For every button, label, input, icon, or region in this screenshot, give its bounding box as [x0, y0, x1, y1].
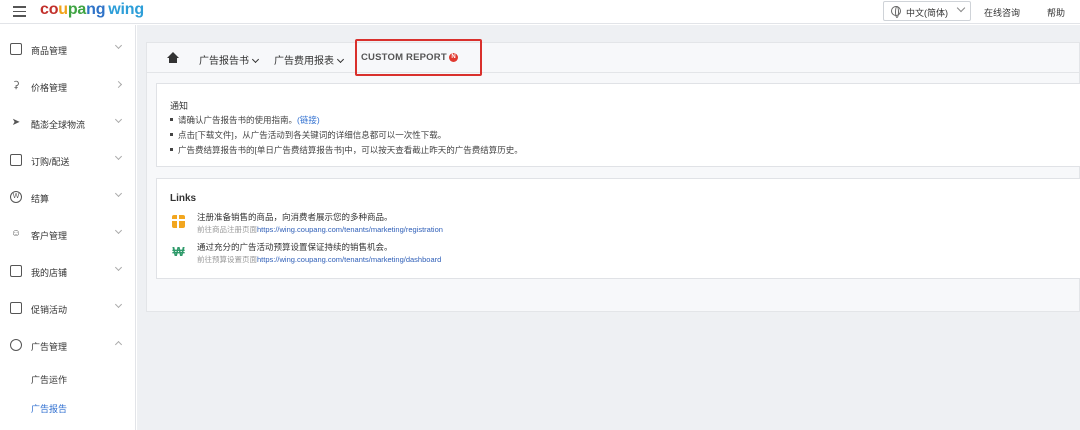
- rocket-icon: ➤: [11, 117, 21, 128]
- chevron-down-icon: [114, 263, 123, 272]
- sidebar-item-pricing[interactable]: ⚳ 价格管理: [0, 71, 136, 101]
- online-consult-link[interactable]: 在线咨询: [984, 6, 1020, 19]
- language-label: 中文(简体): [906, 8, 948, 18]
- sidebar-subitem-ad-report[interactable]: 广告报告: [31, 402, 67, 415]
- chevron-down-icon: [336, 55, 345, 64]
- report-tabs: 广告报告书 广告费用报表 CUSTOM REPORT N: [147, 39, 1080, 76]
- link-description: 注册准备销售的商品，向消费者展示您的多种商品。: [197, 212, 393, 222]
- help-link[interactable]: 帮助: [1047, 6, 1065, 19]
- tab-label: 广告报告书: [199, 56, 249, 67]
- sidebar-item-label: 订购/配送: [31, 157, 70, 167]
- sidebar-item-label: 广告管理: [31, 342, 68, 352]
- sidebar-item-label: 我的店铺: [31, 268, 68, 278]
- notice-line: 请确认广告报告书的使用指南。(链接): [170, 114, 320, 126]
- tab-cost-report[interactable]: 广告费用报表: [274, 52, 345, 67]
- link-target: 前往商品注册页面https://wing.coupang.com/tenants…: [197, 224, 443, 235]
- notice-card: 通知 请确认广告报告书的使用指南。(链接) 点击[下载文件]，从广告活动到各关键…: [156, 83, 1080, 167]
- sidebar-item-products[interactable]: 商品管理: [0, 34, 136, 64]
- sidebar: 商品管理 ⚳ 价格管理 ➤ 酷澎全球物流 订购/配送 W 结算 ☺ 客户管理 我…: [0, 25, 136, 430]
- language-select[interactable]: 中文(简体): [883, 1, 971, 21]
- new-badge: N: [449, 53, 458, 62]
- dashboard-url-link[interactable]: https://wing.coupang.com/tenants/marketi…: [257, 255, 441, 264]
- sidebar-subitem-ad-operation[interactable]: 广告运作: [31, 373, 67, 386]
- chevron-down-icon: [114, 226, 123, 235]
- guide-link[interactable]: (链接): [297, 115, 320, 125]
- links-title: Links: [170, 193, 197, 204]
- chevron-down-icon: [251, 55, 260, 64]
- top-header: coupang wing 中文(简体) 在线咨询 帮助: [0, 0, 1080, 24]
- notice-line: 广告费结算报告书的[单日广告费结算报告书]中，可以按天查看截止昨天的广告费结算历…: [170, 144, 523, 156]
- gift-icon: [172, 215, 185, 228]
- links-card: Links 注册准备销售的商品，向消费者展示您的多种商品。 前往商品注册页面ht…: [156, 178, 1080, 279]
- notice-line: 点击[下载文件]，从广告活动到各关键词的详细信息都可以一次性下载。: [169, 129, 447, 141]
- sidebar-item-label: 促销活动: [31, 305, 68, 315]
- chevron-down-icon: [114, 152, 123, 161]
- sidebar-item-global-logistics[interactable]: ➤ 酷澎全球物流: [0, 108, 136, 138]
- sidebar-item-customers[interactable]: ☺ 客户管理: [0, 219, 136, 249]
- notice-text: 请确认广告报告书的使用指南。: [178, 115, 298, 125]
- globe-icon: [891, 6, 901, 18]
- coupang-wing-logo[interactable]: coupang wing: [40, 1, 144, 19]
- link-description: 通过充分的广告活动预算设置保证持续的销售机会。: [197, 242, 393, 252]
- sidebar-item-advertising[interactable]: 广告管理: [0, 330, 136, 360]
- coupon-icon: [10, 302, 22, 314]
- chevron-right-icon: [114, 80, 123, 89]
- won-icon: ₩: [172, 244, 185, 259]
- chevron-down-icon: [114, 115, 123, 124]
- chevron-down-icon: [114, 189, 123, 198]
- link-target: 前往预算设置页面https://wing.coupang.com/tenants…: [197, 254, 441, 265]
- chevron-down-icon: [114, 41, 123, 50]
- link-row-dashboard: ₩ 通过充分的广告活动预算设置保证持续的销售机会。 前往预算设置页面https:…: [170, 241, 670, 267]
- sidebar-item-label: 价格管理: [31, 83, 68, 93]
- sidebar-item-label: 结算: [31, 194, 50, 204]
- sidebar-item-label: 商品管理: [31, 46, 68, 56]
- sidebar-item-orders[interactable]: 订购/配送: [0, 145, 136, 175]
- main-content: 广告报告书 广告费用报表 CUSTOM REPORT N 通知 请确认广告报告书…: [137, 25, 1080, 430]
- ad-chart-icon: [10, 339, 22, 351]
- registration-url-link[interactable]: https://wing.coupang.com/tenants/marketi…: [257, 225, 443, 234]
- link-prefix: 前往预算设置页面: [197, 255, 257, 264]
- sidebar-item-my-store[interactable]: 我的店铺: [0, 256, 136, 286]
- tab-report-book[interactable]: 广告报告书: [199, 52, 260, 67]
- sidebar-item-promotions[interactable]: 促销活动: [0, 293, 136, 323]
- tab-label: CUSTOM REPORT: [361, 52, 447, 63]
- home-icon[interactable]: [167, 52, 179, 63]
- sidebar-item-label: 客户管理: [31, 231, 68, 241]
- report-panel: 广告报告书 广告费用报表 CUSTOM REPORT N 通知 请确认广告报告书…: [146, 39, 1080, 312]
- link-prefix: 前往商品注册页面: [197, 225, 257, 234]
- sidebar-item-settlement[interactable]: W 结算: [0, 182, 136, 212]
- chevron-up-icon: [114, 340, 123, 349]
- tab-custom-report[interactable]: CUSTOM REPORT N: [355, 39, 482, 76]
- notice-title: 通知: [170, 101, 189, 111]
- chevron-down-icon: [114, 300, 123, 309]
- medal-icon: ⚳: [12, 80, 20, 91]
- sidebar-item-label: 酷澎全球物流: [31, 120, 86, 130]
- store-icon: [10, 265, 22, 277]
- notice-text: 广告费结算报告书的[单日广告费结算报告书]中，可以按天查看截止昨天的广告费结算历…: [178, 145, 523, 155]
- tab-label: 广告费用报表: [274, 56, 334, 67]
- smile-icon: ☺: [10, 228, 22, 239]
- box-icon: [10, 43, 22, 55]
- link-row-registration: 注册准备销售的商品，向消费者展示您的多种商品。 前往商品注册页面https://…: [170, 211, 670, 237]
- won-coin-icon: W: [10, 191, 22, 203]
- notice-text: 点击[下载文件]，从广告活动到各关键词的详细信息都可以一次性下载。: [178, 130, 447, 140]
- truck-icon: [10, 154, 22, 166]
- chevron-down-icon: [956, 3, 966, 13]
- menu-icon[interactable]: [13, 6, 26, 17]
